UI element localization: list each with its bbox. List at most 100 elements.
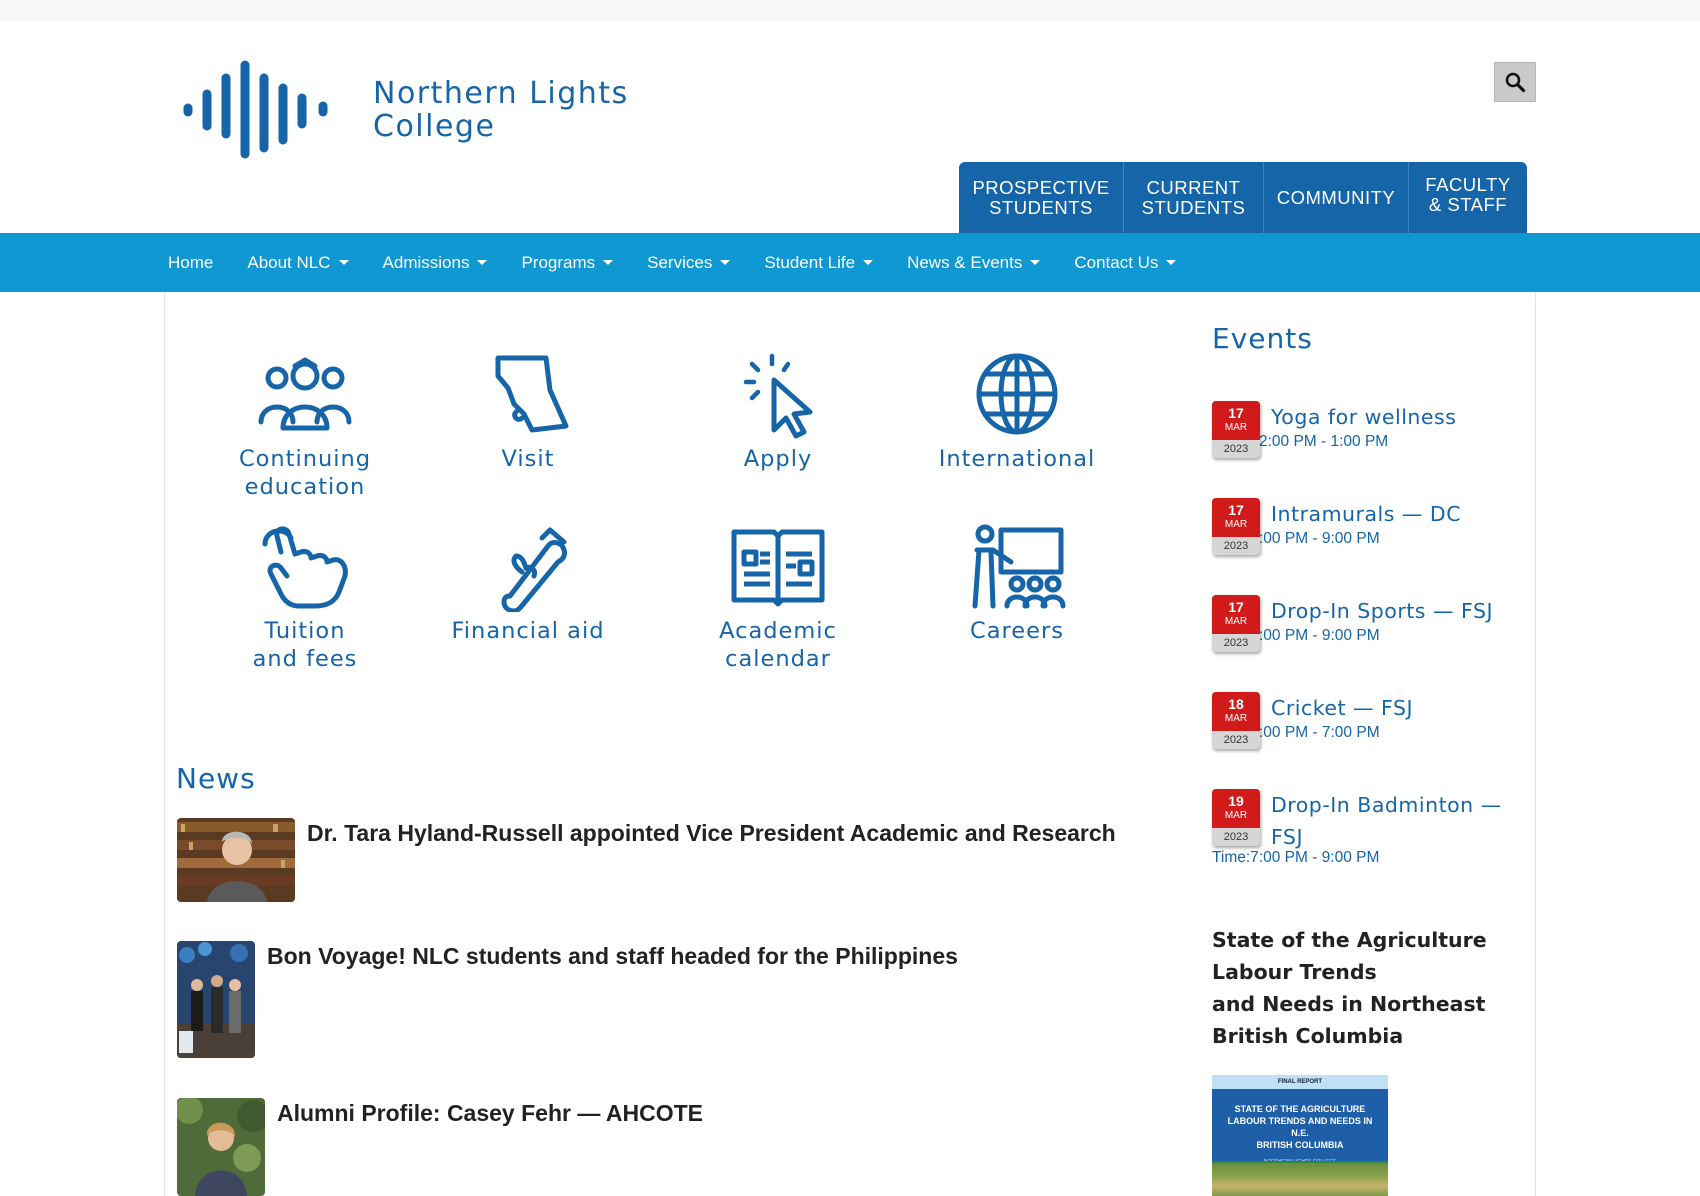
cover-title-line: STATE OF THE AGRICULTURE [1234, 1104, 1366, 1114]
quick-link-tuition-and-fees[interactable]: Tuition and fees [185, 522, 425, 673]
quick-links-grid: Continuing education Visit Apply Interna… [185, 350, 1185, 690]
event-day: 18 [1228, 696, 1244, 712]
search-icon [1505, 72, 1526, 93]
event-item[interactable]: 18 MAR 2023 Cricket — FSJ :00 PM - 7:00 P… [1212, 692, 1512, 752]
nav-label: Services [647, 252, 713, 272]
news-thumbnail [177, 818, 295, 902]
top-strip [0, 0, 1700, 21]
news-item[interactable]: Dr. Tara Hyland-Russell appointed Vice P… [177, 818, 1116, 902]
tab-label-line-1: CURRENT [1146, 177, 1241, 198]
caret-down-icon [477, 260, 488, 265]
logo-line-2: College [373, 109, 496, 144]
tab-faculty-staff[interactable]: FACULTY & STAFF [1409, 162, 1527, 234]
people-group-icon [258, 357, 352, 431]
caret-down-icon [720, 260, 731, 265]
event-name[interactable]: Drop-In Sports — FSJ [1271, 595, 1516, 627]
logo-wordmark: Northern Lights College [373, 77, 629, 143]
quick-link-visit[interactable]: Visit [408, 350, 648, 473]
nav-services[interactable]: Services [647, 252, 731, 273]
tab-prospective-students[interactable]: PROSPECTIVE STUDENTS [959, 162, 1124, 234]
cover-photo [1212, 1161, 1388, 1196]
event-month: MAR [1224, 422, 1248, 433]
news-headline[interactable]: Alumni Profile: Casey Fehr — AHCOTE [277, 1100, 703, 1196]
quick-link-label: Continuing [238, 446, 372, 472]
event-day: 17 [1228, 599, 1244, 615]
quick-link-label: Apply [743, 446, 813, 472]
nav-label: Contact Us [1074, 252, 1159, 272]
events-heading: Events [1212, 322, 1313, 355]
quick-link-label: education [244, 474, 366, 500]
tab-current-students[interactable]: CURRENT STUDENTS [1124, 162, 1264, 234]
event-name[interactable]: Yoga for wellness [1271, 401, 1516, 433]
event-item[interactable]: 17 MAR 2023 Drop-In Sports — FSJ :00 PM -… [1212, 595, 1512, 655]
cover-band: FINAL REPORT [1212, 1075, 1388, 1089]
event-day: 17 [1228, 405, 1244, 421]
nav-about-nlc[interactable]: About NLC [247, 252, 349, 273]
event-name[interactable]: Cricket — FSJ [1271, 692, 1516, 724]
quick-link-financial-aid[interactable]: Financial aid [408, 522, 648, 645]
quick-link-label: International [938, 446, 1096, 472]
quick-link-careers[interactable]: Careers [897, 522, 1137, 645]
report-title[interactable]: State of the Agriculture Labour Trends a… [1212, 924, 1512, 1052]
news-item[interactable]: Bon Voyage! NLC students and staff heade… [177, 941, 958, 1058]
bc-map-icon [495, 355, 569, 433]
event-day: 17 [1228, 502, 1244, 518]
quick-link-academic-calendar[interactable]: Academic calendar [658, 522, 898, 673]
nav-news-events[interactable]: News & Events [907, 253, 1041, 273]
news-headline[interactable]: Bon Voyage! NLC students and staff heade… [267, 943, 958, 1058]
quick-link-label: Financial aid [451, 618, 605, 644]
caret-down-icon [1030, 260, 1041, 265]
globe-icon [976, 353, 1058, 435]
open-book-icon [731, 529, 825, 607]
event-item[interactable]: 19 MAR 2023 Drop-In Badminton — FSJ Time:… [1212, 789, 1512, 889]
tab-label-line-1: FACULTY [1425, 174, 1511, 195]
nav-student-life[interactable]: Student Life [764, 252, 874, 273]
diploma-scroll-icon [501, 527, 567, 612]
event-name-line-1: Drop-In Badminton — [1271, 793, 1502, 817]
report-title-line: Labour Trends [1212, 960, 1377, 984]
quick-link-continuing-education[interactable]: Continuing education [185, 350, 425, 501]
report-cover-image[interactable]: FINAL REPORT STATE OF THE AGRICULTURE LA… [1212, 1075, 1388, 1196]
event-name[interactable]: Intramurals — DC [1271, 498, 1516, 530]
search-button[interactable] [1494, 62, 1536, 102]
nav-programs[interactable]: Programs [521, 252, 614, 273]
nav-label: About NLC [247, 252, 331, 272]
calendar-date-badge: 18 MAR 2023 [1212, 692, 1260, 749]
event-time: 2:00 PM - 1:00 PM [1259, 433, 1389, 450]
event-month: MAR [1224, 616, 1248, 627]
logo-waveform-icon [183, 60, 328, 159]
event-name[interactable]: Drop-In Badminton — FSJ [1271, 789, 1516, 853]
event-time: :00 PM - 9:00 PM [1259, 530, 1380, 547]
calendar-date-badge: 17 MAR 2023 [1212, 498, 1260, 555]
event-time: Time:7:00 PM - 9:00 PM [1212, 849, 1380, 866]
event-year: 2023 [1223, 443, 1249, 455]
quick-link-international[interactable]: International [897, 350, 1137, 473]
event-day: 19 [1228, 793, 1244, 809]
event-year: 2023 [1223, 540, 1249, 552]
nav-admissions[interactable]: Admissions [383, 253, 488, 273]
nav-contact-us[interactable]: Contact Us [1074, 252, 1177, 273]
news-item[interactable]: Alumni Profile: Casey Fehr — AHCOTE [177, 1098, 703, 1196]
tab-label-line-1: PROSPECTIVE [972, 177, 1110, 198]
tab-label-line-2: STUDENTS [1141, 197, 1246, 218]
quick-link-apply[interactable]: Apply [658, 350, 898, 473]
main-navigation: Home About NLC Admissions Programs Servi… [0, 233, 1700, 292]
event-time: :00 PM - 9:00 PM [1259, 627, 1380, 644]
tab-community[interactable]: COMMUNITY [1264, 162, 1409, 234]
nav-label: Student Life [764, 252, 856, 272]
teacher-board-icon [972, 524, 1066, 609]
event-item[interactable]: 17 MAR 2023 Intramurals — DC :00 PM - 9:0… [1212, 498, 1512, 558]
event-item[interactable]: 17 MAR 2023 Yoga for wellness 2:00 PM - 1… [1212, 401, 1512, 461]
report-title-line: State of the Agriculture [1212, 928, 1487, 952]
event-year: 2023 [1223, 734, 1249, 746]
caret-down-icon [863, 260, 874, 265]
cover-title-line: LABOUR TRENDS AND NEEDS IN N.E. [1227, 1116, 1373, 1138]
quick-link-label: Tuition [264, 618, 346, 644]
site-logo[interactable]: Northern Lights College [180, 60, 660, 160]
nav-home[interactable]: Home [168, 253, 213, 273]
nav-label: Programs [521, 252, 596, 272]
calendar-date-badge: 17 MAR 2023 [1212, 595, 1260, 652]
news-headline[interactable]: Dr. Tara Hyland-Russell appointed Vice P… [307, 820, 1116, 902]
event-year: 2023 [1223, 637, 1249, 649]
hand-pointer-icon [262, 526, 348, 609]
